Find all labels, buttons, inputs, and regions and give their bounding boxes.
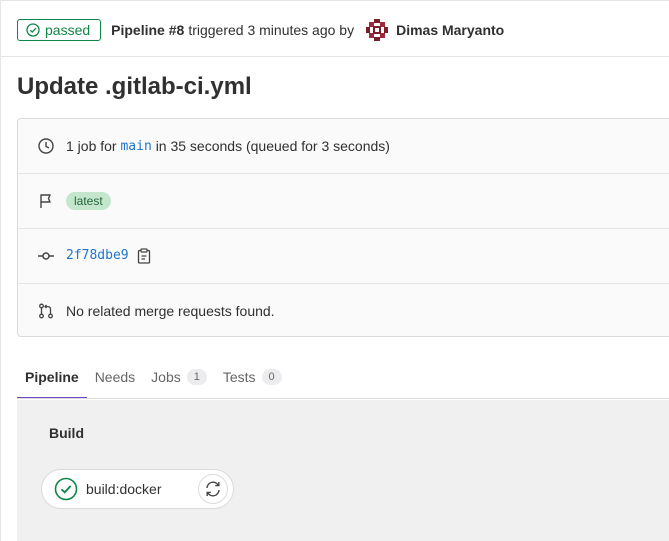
latest-badge: latest	[66, 191, 111, 210]
status-badge[interactable]: passed	[17, 19, 102, 41]
pipeline-tabs: Pipeline Needs Jobs 1 Tests 0	[17, 356, 669, 399]
tag-row: latest	[18, 173, 669, 227]
merge-request-icon	[37, 302, 55, 320]
retry-icon	[206, 481, 220, 497]
flag-icon	[37, 192, 55, 210]
retry-job-button[interactable]	[198, 474, 228, 504]
tab-tests-label: Tests	[222, 369, 256, 385]
jobs-row: 1 job for main in 35 seconds (queued for…	[18, 119, 669, 173]
success-status-icon	[54, 477, 78, 501]
tab-needs-label: Needs	[94, 369, 136, 385]
tab-jobs[interactable]: Jobs 1	[143, 356, 215, 398]
stage-title: Build	[49, 425, 84, 441]
job-name: build:docker	[86, 481, 162, 497]
clipboard-icon	[137, 247, 150, 264]
jobs-duration: in 35 seconds (queued for 3 seconds)	[155, 138, 390, 154]
avatar-icon	[366, 19, 389, 41]
branch-link[interactable]: main	[120, 139, 151, 154]
tab-tests[interactable]: Tests 0	[215, 356, 290, 398]
commit-icon	[37, 247, 55, 265]
merge-requests-text: No related merge requests found.	[66, 302, 275, 319]
tab-needs[interactable]: Needs	[87, 356, 143, 398]
pipeline-graph: Build build:docker	[17, 400, 669, 541]
pipeline-id: Pipeline #8	[111, 22, 185, 38]
commit-row: 2f78dbe9	[18, 228, 669, 282]
pipeline-info-card: 1 job for main in 35 seconds (queued for…	[17, 118, 669, 337]
avatar[interactable]	[366, 19, 389, 41]
author-link[interactable]: Dimas Maryanto	[396, 22, 504, 38]
job-build-docker[interactable]: build:docker	[41, 469, 234, 509]
tests-count-badge: 0	[261, 369, 282, 385]
merge-request-row: No related merge requests found.	[18, 283, 669, 337]
jobs-count-badge: 1	[186, 369, 207, 385]
triggered-text: triggered 3 minutes ago by	[188, 22, 355, 38]
status-label: passed	[45, 22, 91, 38]
page-title: Update .gitlab-ci.yml	[17, 73, 252, 100]
tab-jobs-label: Jobs	[151, 369, 181, 385]
jobs-prefix: 1 job for	[66, 138, 117, 154]
tab-pipeline-label: Pipeline	[25, 369, 79, 385]
check-circle-icon	[26, 23, 40, 37]
copy-sha-button[interactable]	[137, 247, 151, 264]
commit-sha-link[interactable]: 2f78dbe9	[66, 248, 129, 263]
clock-icon	[37, 137, 55, 155]
pipeline-header: passed Pipeline #8 triggered 3 minutes a…	[17, 17, 504, 43]
tab-pipeline[interactable]: Pipeline	[17, 356, 87, 399]
